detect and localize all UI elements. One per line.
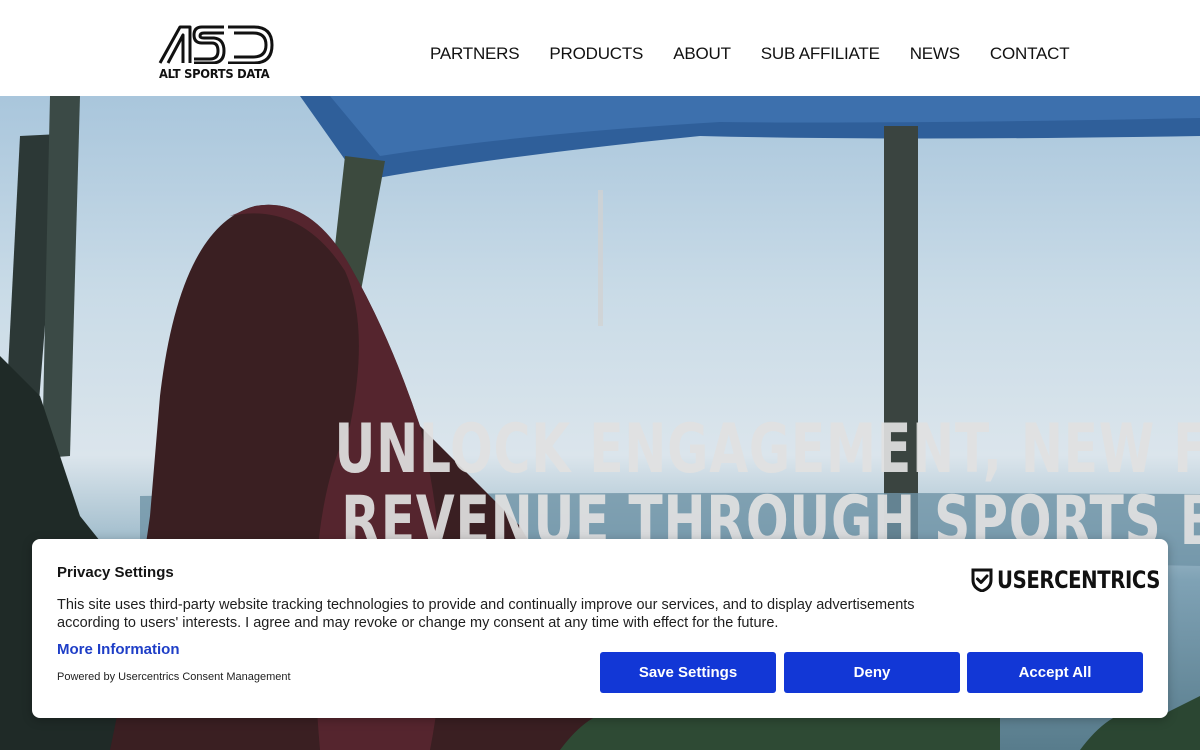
nav-item-news[interactable]: NEWS: [910, 44, 960, 64]
usercentrics-wordmark: USERCENTRICS: [997, 566, 1161, 594]
deny-button[interactable]: Deny: [784, 652, 960, 693]
nav-item-about[interactable]: ABOUT: [673, 44, 731, 64]
accept-all-button[interactable]: Accept All: [967, 652, 1143, 693]
nav-item-partners[interactable]: PARTNERS: [430, 44, 520, 64]
more-information-link[interactable]: More Information: [57, 641, 180, 658]
nav-item-contact[interactable]: CONTACT: [990, 44, 1070, 64]
site-header: ALT SPORTS DATA PARTNERS PRODUCTS ABOUT …: [0, 0, 1200, 96]
hero-title-line-1: UNLOCK ENGAGEMENT, NEW FANS &: [334, 410, 1200, 489]
asd-logo-icon: [158, 25, 274, 64]
main-nav: PARTNERS PRODUCTS ABOUT SUB AFFILIATE NE…: [430, 44, 1070, 64]
powered-by-text: Powered by Usercentrics Consent Manageme…: [57, 671, 291, 683]
save-settings-button[interactable]: Save Settings: [600, 652, 776, 693]
nav-item-products[interactable]: PRODUCTS: [549, 44, 643, 64]
site-logo[interactable]: ALT SPORTS DATA: [158, 24, 276, 84]
logo-wordmark: ALT SPORTS DATA: [159, 66, 270, 81]
shield-check-icon: [971, 568, 993, 592]
hero-title: UNLOCK ENGAGEMENT, NEW FANS & REVENUE TH…: [150, 414, 1200, 558]
usercentrics-logo: USERCENTRICS: [971, 566, 1196, 594]
nav-item-sub-affiliate[interactable]: SUB AFFILIATE: [761, 44, 880, 64]
privacy-consent-banner: Privacy Settings This site uses third-pa…: [32, 539, 1168, 718]
consent-description: This site uses third-party website track…: [57, 597, 915, 631]
hero-divider-line: [598, 190, 603, 326]
consent-title: Privacy Settings: [57, 564, 174, 581]
